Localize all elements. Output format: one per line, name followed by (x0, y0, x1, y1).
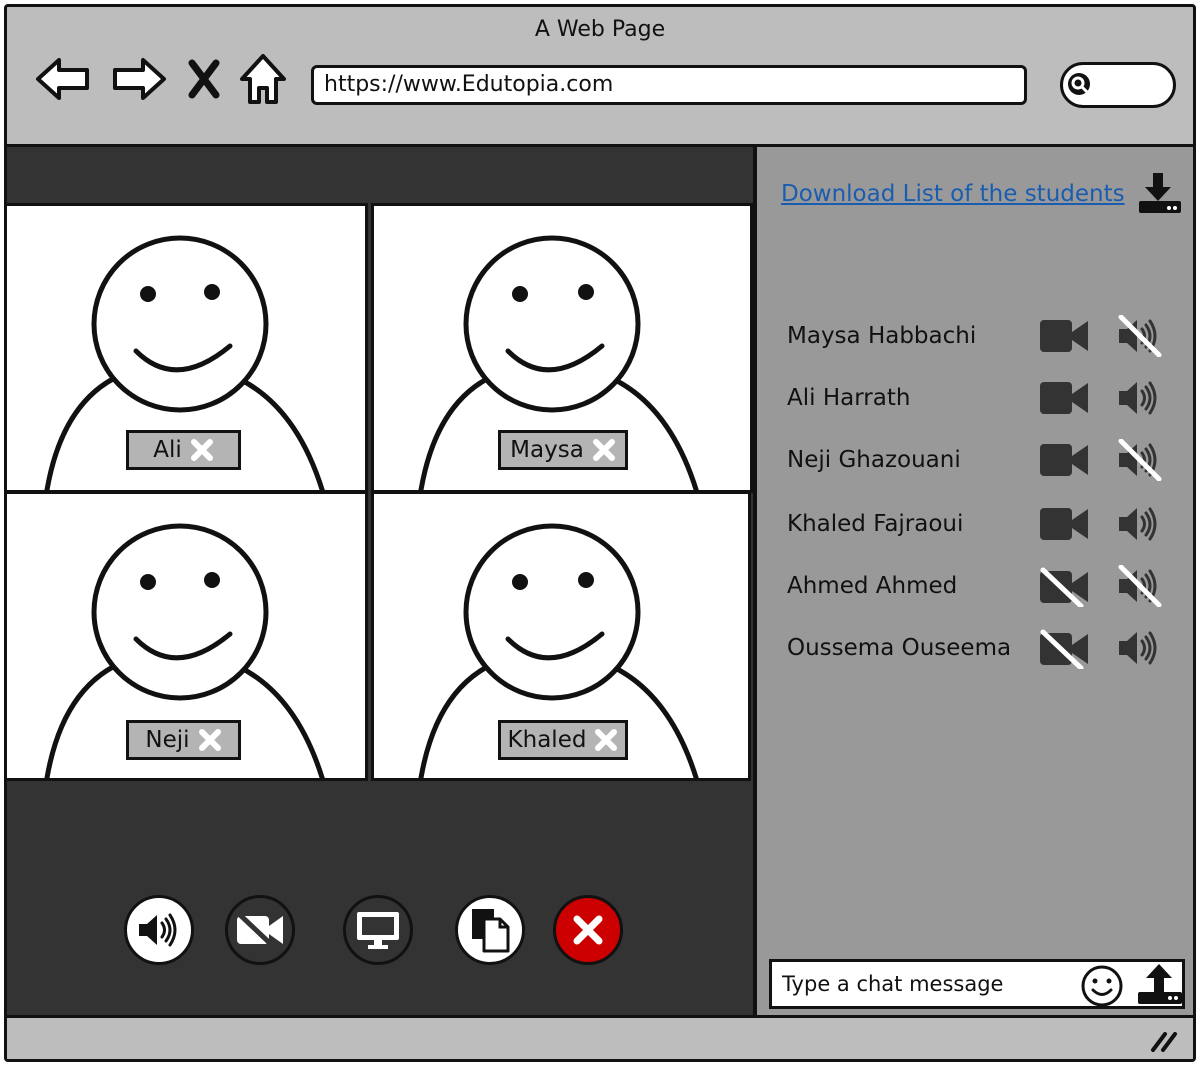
upload-button[interactable] (1136, 960, 1184, 1012)
close-icon[interactable] (594, 728, 618, 752)
back-arrow-icon (36, 58, 89, 100)
forward-button[interactable] (109, 49, 169, 109)
video-tile-khaled[interactable]: Khaled (371, 491, 751, 781)
participant-row: Ahmed Ahmed (787, 564, 1187, 611)
camera-on-icon[interactable] (1039, 317, 1089, 359)
close-icon[interactable] (198, 728, 222, 752)
download-icon (1139, 173, 1181, 213)
participant-row: Neji Ghazouani (787, 438, 1187, 485)
forward-arrow-icon (113, 58, 166, 100)
browser-titlebar: A Web Page https://www.Edutopia.com (7, 7, 1193, 147)
audio-muted-icon[interactable] (1117, 438, 1165, 485)
participant-name: Oussema Ouseema (787, 635, 1012, 661)
participant-name: Neji Ghazouani (787, 447, 961, 473)
audio-muted-icon[interactable] (1117, 564, 1165, 611)
audio-on-icon[interactable] (1117, 377, 1165, 423)
name-tag: Maysa (498, 430, 628, 470)
copy-icon (472, 909, 510, 953)
participant-name: Ali Harrath (787, 385, 911, 411)
home-button[interactable] (233, 49, 293, 109)
participant-name: Khaled (507, 727, 587, 753)
status-bar (7, 1015, 1193, 1059)
camera-on-icon[interactable] (1039, 505, 1089, 547)
participant-row: Oussema Ouseema (787, 627, 1187, 671)
browser-window: A Web Page https://www.Edutopia.com Ali … (4, 4, 1196, 1062)
search-icon (1068, 73, 1090, 95)
end-call-button[interactable] (553, 895, 623, 965)
audio-on-icon[interactable] (1117, 503, 1165, 549)
participant-row: Khaled Fajraoui (787, 503, 1187, 547)
audio-on-icon[interactable] (1117, 627, 1165, 673)
speaker-button[interactable] (124, 895, 194, 965)
screen-share-icon (357, 912, 399, 949)
chat-input[interactable] (780, 968, 1074, 1000)
participant-row: Ali Harrath (787, 377, 1187, 421)
participant-name: Ahmed Ahmed (787, 573, 958, 599)
upload-icon (1138, 964, 1182, 1004)
resize-grip-icon[interactable] (1149, 1028, 1179, 1058)
name-tag: Ali (126, 430, 241, 470)
audio-muted-icon[interactable] (1117, 314, 1165, 361)
video-stage: Ali Maysa Neji Khaled (7, 147, 753, 1015)
video-tile-neji[interactable]: Neji (7, 491, 368, 781)
participants-sidebar: Download List of the students Maysa Habb… (753, 147, 1193, 1015)
participant-row: Maysa Habbachi (787, 314, 1187, 361)
home-icon (240, 54, 286, 104)
speaker-icon (139, 913, 177, 947)
search-box[interactable] (1060, 62, 1176, 108)
download-students-link[interactable]: Download List of the students (781, 181, 1125, 207)
chat-box (769, 959, 1185, 1009)
close-icon[interactable] (190, 438, 214, 462)
camera-off-icon[interactable] (1039, 567, 1089, 611)
download-button[interactable] (1135, 171, 1183, 219)
copy-button[interactable] (455, 895, 525, 965)
window-title: A Web Page (534, 17, 666, 42)
back-button[interactable] (33, 49, 93, 109)
stop-x-icon (188, 59, 220, 99)
emoji-icon[interactable] (1080, 964, 1124, 1012)
video-tile-ali[interactable]: Ali (7, 203, 368, 493)
name-tag: Neji (126, 720, 241, 760)
close-icon[interactable] (592, 438, 616, 462)
screen-share-button[interactable] (343, 895, 413, 965)
participant-name: Ali (153, 437, 182, 463)
camera-off-icon[interactable] (1039, 629, 1089, 673)
name-tag: Khaled (498, 720, 628, 760)
camera-on-icon[interactable] (1039, 441, 1089, 483)
video-toggle-button[interactable] (225, 895, 295, 965)
participant-name: Maysa Habbachi (787, 323, 977, 349)
participant-name: Maysa (510, 437, 584, 463)
end-call-icon (573, 915, 603, 945)
participant-name: Neji (145, 727, 190, 753)
participant-name: Khaled Fajraoui (787, 511, 964, 537)
address-bar[interactable]: https://www.Edutopia.com (311, 65, 1027, 105)
video-tile-maysa[interactable]: Maysa (371, 203, 753, 493)
video-off-icon (237, 912, 283, 948)
stop-button[interactable] (177, 49, 231, 109)
camera-on-icon[interactable] (1039, 379, 1089, 421)
